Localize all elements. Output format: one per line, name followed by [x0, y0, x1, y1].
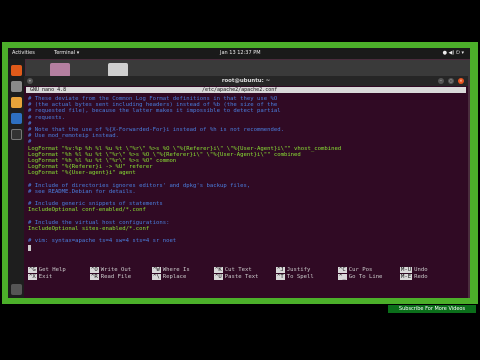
- shortcut-undo[interactable]: M-U Undo: [400, 267, 428, 274]
- shortcut-key: ^R: [90, 274, 99, 280]
- shortcut-to-spell[interactable]: ^T To Spell: [276, 274, 314, 281]
- video-frame: Activities Terminal ▾ Jan 13 12:37 PM ● …: [0, 0, 480, 360]
- new-tab-icon[interactable]: +: [27, 78, 33, 84]
- shortcut-key: ^J: [276, 267, 285, 273]
- shortcut-label: Cut Text: [224, 267, 252, 273]
- shortcut-row: ^G Get Help ^O Write Out ^W Where Is ^K Cut Tex…: [28, 267, 464, 274]
- shortcut-read-file[interactable]: ^R Read File: [90, 274, 131, 281]
- nano-version: GNU nano 4.8: [30, 87, 67, 93]
- editor-content[interactable]: # These deviate from the Common Log Form…: [28, 96, 464, 251]
- maximize-icon[interactable]: □: [448, 78, 454, 84]
- shortcut-label: To Spell: [286, 274, 314, 280]
- shortcut-justify[interactable]: ^J Justify: [276, 267, 310, 274]
- shortcut-get-help[interactable]: ^G Get Help: [28, 267, 66, 274]
- shortcut-label: Cur Pos: [348, 267, 373, 273]
- activities-button[interactable]: Activities: [12, 50, 35, 56]
- shortcut-label: Justify: [286, 267, 311, 273]
- shortcut-label: Where Is: [162, 267, 190, 273]
- shortcut-key: ^\: [152, 274, 161, 280]
- help-icon[interactable]: [11, 113, 22, 124]
- file-name: /etc/apache2/apache2.conf: [202, 87, 278, 93]
- thumbnail-icon: [108, 63, 128, 77]
- shortcut-label: Paste Text: [224, 274, 259, 280]
- shortcut-key: ^U: [214, 274, 223, 280]
- close-icon[interactable]: ×: [458, 78, 464, 84]
- show-apps-icon[interactable]: [11, 284, 22, 295]
- shortcut-label: Get Help: [38, 267, 66, 273]
- shortcut-write-out[interactable]: ^O Write Out: [90, 267, 131, 274]
- shortcut-label: Write Out: [100, 267, 132, 273]
- shortcut-label: Read File: [100, 274, 132, 280]
- shortcut-cut-text[interactable]: ^K Cut Text: [214, 267, 252, 274]
- shortcut-go-to-line[interactable]: ^_ Go To Line: [338, 274, 382, 281]
- shortcut-key: ^_: [338, 274, 347, 280]
- terminal-icon[interactable]: [11, 129, 22, 140]
- clock[interactable]: Jan 13 12:37 PM: [220, 50, 261, 56]
- terminal-titlebar[interactable]: root@ubuntu: ~: [24, 76, 468, 86]
- shortcut-key: ^C: [338, 267, 347, 273]
- gnome-top-bar: Activities Terminal ▾ Jan 13 12:37 PM ● …: [8, 48, 470, 59]
- shortcut-label: Redo: [414, 274, 428, 280]
- terminal-window[interactable]: root@ubuntu: ~ + − □ × GNU nano 4.8 /etc…: [24, 76, 468, 298]
- firefox-icon[interactable]: [11, 65, 22, 76]
- shortcut-redo[interactable]: M-E Redo: [400, 274, 428, 281]
- minimize-icon[interactable]: −: [438, 78, 444, 84]
- files-icon[interactable]: [11, 81, 22, 92]
- shortcut-exit[interactable]: ^X Exit: [28, 274, 52, 281]
- shortcut-where-is[interactable]: ^W Where Is: [152, 267, 190, 274]
- thumbnail-icon: [50, 63, 70, 77]
- shortcut-key: ^W: [152, 267, 161, 273]
- shortcut-key: ^X: [28, 274, 37, 280]
- shortcut-label: Replace: [162, 274, 187, 280]
- terminal-app-menu[interactable]: Terminal ▾: [54, 50, 79, 56]
- shortcut-paste-text[interactable]: ^U Paste Text: [214, 274, 258, 281]
- desktop-screen: Activities Terminal ▾ Jan 13 12:37 PM ● …: [8, 48, 470, 298]
- shortcut-key: ^K: [214, 267, 223, 273]
- cursor-line: [28, 244, 464, 251]
- shortcut-key: ^T: [276, 274, 285, 280]
- shortcut-key: M-U: [400, 267, 413, 273]
- shortcut-key: M-E: [400, 274, 413, 280]
- shortcut-label: Go To Line: [348, 274, 383, 280]
- shortcut-label: Undo: [414, 267, 428, 273]
- dock: [8, 59, 25, 298]
- shortcut-label: Exit: [38, 274, 53, 280]
- shortcut-row: ^X Exit ^R Read File ^\ Replace ^U Paste Text ^T…: [28, 274, 464, 281]
- system-tray[interactable]: ● ◀) ⏻ ▾: [443, 50, 464, 56]
- text-cursor: [28, 244, 32, 251]
- shortcut-key: ^O: [90, 267, 99, 273]
- nano-header-bar: GNU nano 4.8 /etc/apache2/apache2.conf: [26, 87, 466, 93]
- subscribe-banner[interactable]: Subscribe For More Videos: [388, 305, 476, 313]
- shortcut-replace[interactable]: ^\ Replace: [152, 274, 186, 281]
- shortcut-cur-pos[interactable]: ^C Cur Pos: [338, 267, 372, 274]
- shortcut-key: ^G: [28, 267, 37, 273]
- software-icon[interactable]: [11, 97, 22, 108]
